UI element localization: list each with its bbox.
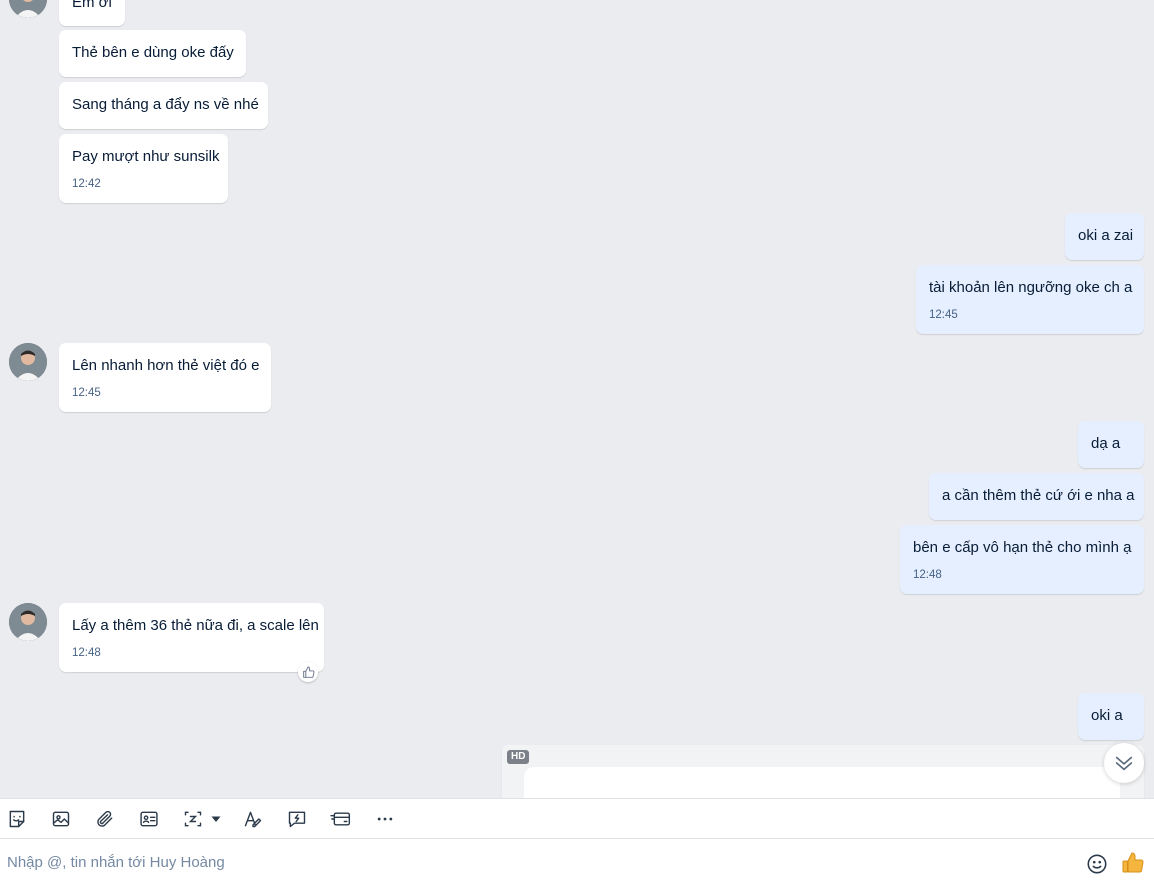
message-bubble[interactable]: oki a zai bbox=[1065, 213, 1144, 260]
message-text: dạ a bbox=[1091, 435, 1121, 452]
emoji-icon[interactable] bbox=[1086, 853, 1108, 875]
message-text: bên e cấp vô hạn thẻ cho mình ạ bbox=[913, 539, 1132, 556]
avatar[interactable] bbox=[9, 603, 47, 641]
sticker-icon[interactable] bbox=[6, 808, 28, 830]
message-text: Sang tháng a đẩy ns về nhé bbox=[72, 96, 259, 113]
composer bbox=[0, 839, 1154, 885]
attachment-icon[interactable] bbox=[94, 808, 116, 830]
message-text: oki a bbox=[1091, 707, 1123, 724]
thumbs-up-icon[interactable] bbox=[1121, 851, 1145, 875]
message-bubble[interactable]: tài khoản lên ngưỡng oke ch a 12:45 bbox=[916, 265, 1144, 334]
message-text: Lên nhanh hơn thẻ việt đó e bbox=[72, 357, 260, 374]
message-text: Pay mượt như sunsilk bbox=[72, 148, 220, 165]
message-time: 12:48 bbox=[913, 569, 942, 581]
scroll-to-bottom-button[interactable] bbox=[1104, 743, 1144, 783]
screenshot-icon[interactable] bbox=[182, 808, 204, 830]
avatar[interactable] bbox=[9, 343, 47, 381]
image-icon[interactable] bbox=[50, 808, 72, 830]
reaction-like-icon[interactable] bbox=[298, 662, 318, 682]
message-time: 12:45 bbox=[929, 309, 958, 321]
message-text: Thẻ bên e dùng oke đấy bbox=[72, 44, 234, 61]
message-bubble[interactable]: Lấy a thêm 36 thẻ nữa đi, a scale lên 12… bbox=[59, 603, 324, 672]
message-bubble[interactable]: Sang tháng a đẩy ns về nhé bbox=[59, 82, 268, 129]
card-icon[interactable] bbox=[330, 808, 352, 830]
message-text: a cần thêm thẻ cứ ới e nha a bbox=[942, 487, 1135, 504]
quick-message-icon[interactable] bbox=[286, 808, 308, 830]
message-bubble[interactable]: a cần thêm thẻ cứ ới e nha a bbox=[929, 473, 1144, 520]
message-bubble[interactable]: oki a bbox=[1078, 693, 1144, 740]
text-format-icon[interactable] bbox=[242, 808, 264, 830]
message-text: Lấy a thêm 36 thẻ nữa đi, a scale lên bbox=[72, 617, 319, 634]
contact-card-icon[interactable] bbox=[138, 808, 160, 830]
message-time: 12:45 bbox=[72, 387, 101, 399]
message-bubble[interactable]: dạ a bbox=[1078, 421, 1144, 468]
message-text: Em ơi bbox=[72, 0, 112, 11]
avatar[interactable] bbox=[9, 0, 47, 18]
more-icon[interactable] bbox=[374, 808, 396, 830]
hd-badge: HD bbox=[507, 750, 530, 764]
message-bubble[interactable]: Thẻ bên e dùng oke đấy bbox=[59, 30, 246, 77]
media-preview[interactable] bbox=[524, 767, 1120, 798]
message-bubble[interactable]: Pay mượt như sunsilk 12:42 bbox=[59, 134, 228, 203]
double-chevron-down-icon bbox=[1115, 756, 1133, 771]
message-text: tài khoản lên ngưỡng oke ch a bbox=[929, 279, 1133, 296]
message-bubble[interactable]: Lên nhanh hơn thẻ việt đó e 12:45 bbox=[59, 343, 271, 412]
message-time: 12:48 bbox=[72, 647, 101, 659]
media-message[interactable]: HD bbox=[502, 745, 1144, 798]
message-input[interactable] bbox=[7, 852, 1067, 872]
chevron-down-icon[interactable] bbox=[206, 808, 226, 830]
message-time: 12:42 bbox=[72, 178, 101, 190]
message-bubble[interactable]: Em ơi bbox=[59, 0, 125, 26]
chat-area[interactable]: Em ơi Thẻ bên e dùng oke đấy Sang tháng … bbox=[0, 0, 1154, 798]
message-bubble[interactable]: bên e cấp vô hạn thẻ cho mình ạ 12:48 bbox=[900, 525, 1144, 594]
message-text: oki a zai bbox=[1078, 227, 1134, 244]
composer-toolbar bbox=[0, 798, 1154, 839]
